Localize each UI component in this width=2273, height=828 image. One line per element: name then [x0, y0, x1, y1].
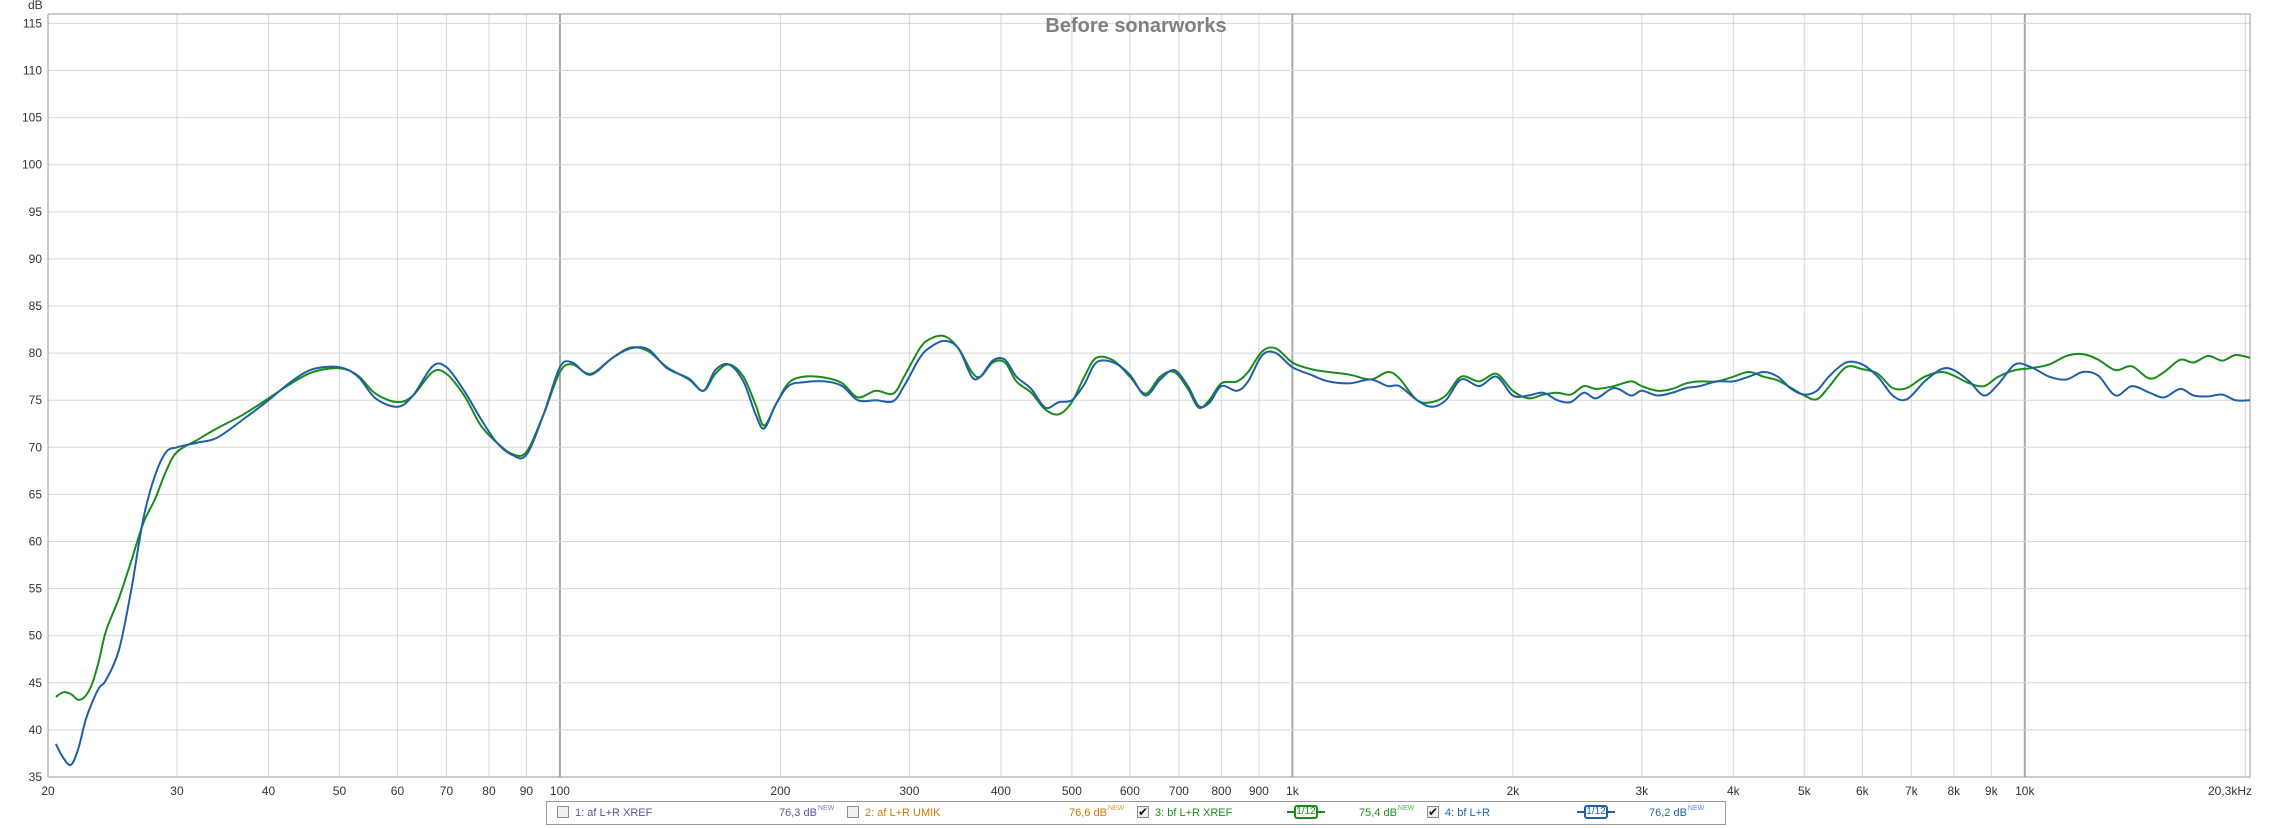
legend-checkbox[interactable] [847, 806, 859, 818]
x-tick-label: 4k [1727, 784, 1741, 798]
x-tick-label: 90 [520, 784, 534, 798]
y-tick-labels: 35 40 45 50 55 60 65 70 75 80 85 90 95 100 105 110 115 [22, 16, 42, 784]
legend-trace-name[interactable]: 3: bf L+R XREF [1155, 807, 1232, 819]
x-tick-label: 700 [1169, 784, 1189, 798]
x-tick-label: 2k [1506, 784, 1520, 798]
y-tick-label: 60 [29, 535, 43, 549]
x-tick-labels: 20 30 40 50 60 70 80 90 100 200 300 400 500 600 700 800… [41, 784, 2252, 798]
x-tick-label: 300 [899, 784, 919, 798]
x-tick-label: 400 [991, 784, 1011, 798]
y-tick-label: 105 [22, 111, 42, 125]
x-tick-label: 9k [1985, 784, 1999, 798]
x-tick-label: 60 [391, 784, 405, 798]
smoothing-icon[interactable]: 1/12 [1287, 805, 1325, 819]
x-tick-label: 80 [482, 784, 496, 798]
chart-title: Before sonarworks [1045, 15, 1226, 37]
x-tick-label: 5k [1798, 784, 1812, 798]
legend-entry: 2: af L+R UMIK 76,6 dBNEW [847, 802, 1127, 824]
x-tick-label: 200 [770, 784, 790, 798]
y-tick-label: 45 [29, 676, 43, 690]
x-tick-label: 10k [2015, 784, 2035, 798]
legend-entry: 1: af L+R XREF 76,3 dBNEW [557, 802, 837, 824]
y-tick-label: 100 [22, 158, 42, 172]
x-tick-label: 800 [1211, 784, 1231, 798]
x-tick-label: 50 [333, 784, 347, 798]
y-tick-label: 55 [29, 582, 43, 596]
legend-level-value: 76,6 dB [1069, 807, 1107, 819]
y-tick-label: 110 [23, 64, 42, 78]
frequency-response-chart: 20 30 40 50 60 70 80 90 100 200 300 400 500 600 700 800… [22, 0, 2252, 798]
x-tick-label: 20,3kHz [2208, 784, 2252, 798]
series-line-4 [55, 339, 2251, 767]
legend-level-suffix: NEW [1687, 805, 1705, 812]
legend-level-suffix: NEW [1107, 805, 1125, 812]
legend-level: 76,6 dBNEW [1069, 805, 1125, 819]
legend-level-suffix: NEW [1397, 805, 1415, 812]
legend-level: 76,3 dBNEW [779, 805, 835, 819]
legend-trace-name[interactable]: 2: af L+R UMIK [865, 807, 941, 819]
x-tick-label: 8k [1947, 784, 1961, 798]
y-tick-label: 80 [29, 346, 43, 360]
x-tick-label: 70 [440, 784, 454, 798]
x-tick-label: 20 [41, 784, 55, 798]
legend-level-value: 76,2 dB [1649, 807, 1687, 819]
y-tick-label: 75 [29, 393, 43, 407]
legend-entry: ✔ 4: bf L+R 1/12 76,2 dBNEW [1427, 802, 1707, 824]
x-tick-label: 40 [262, 784, 276, 798]
legend-trace-name[interactable]: 4: bf L+R [1445, 807, 1490, 819]
legend-checkbox[interactable]: ✔ [1137, 806, 1149, 818]
x-tick-label: 6k [1856, 784, 1870, 798]
x-tick-label: 500 [1062, 784, 1082, 798]
x-tick-label: 600 [1120, 784, 1140, 798]
legend-level: 75,4 dBNEW [1359, 805, 1415, 819]
y-tick-label: 85 [29, 299, 43, 313]
y-tick-label: 65 [29, 487, 43, 501]
x-tick-label: 900 [1249, 784, 1269, 798]
legend-checkbox[interactable]: ✔ [1427, 806, 1439, 818]
x-tick-label: 100 [550, 784, 570, 798]
legend-entry: ✔ 3: bf L+R XREF 1/12 75,4 dBNEW [1137, 802, 1417, 824]
smoothing-icon[interactable]: 1/12 [1577, 805, 1615, 819]
y-axis-unit-label: dB [28, 0, 43, 12]
legend-level: 76,2 dBNEW [1649, 805, 1705, 819]
legend-bar: 1: af L+R XREF 76,3 dBNEW 2: af L+R UMIK 76… [546, 801, 1726, 825]
y-tick-label: 90 [29, 252, 43, 266]
y-tick-label: 50 [29, 629, 43, 643]
legend-level-value: 75,4 dB [1359, 807, 1397, 819]
x-tick-label: 3k [1635, 784, 1649, 798]
y-tick-label: 70 [29, 440, 43, 454]
y-tick-label: 115 [23, 16, 42, 30]
legend-level-value: 76,3 dB [779, 807, 817, 819]
legend-trace-name[interactable]: 1: af L+R XREF [575, 807, 652, 819]
y-tick-label: 35 [29, 770, 43, 784]
x-tick-label: 7k [1905, 784, 1919, 798]
legend-level-suffix: NEW [817, 805, 835, 812]
y-tick-label: 95 [29, 205, 43, 219]
y-tick-label: 40 [29, 723, 43, 737]
legend-checkbox[interactable] [557, 806, 569, 818]
x-tick-label: 1k [1286, 784, 1300, 798]
x-tick-label: 30 [170, 784, 184, 798]
